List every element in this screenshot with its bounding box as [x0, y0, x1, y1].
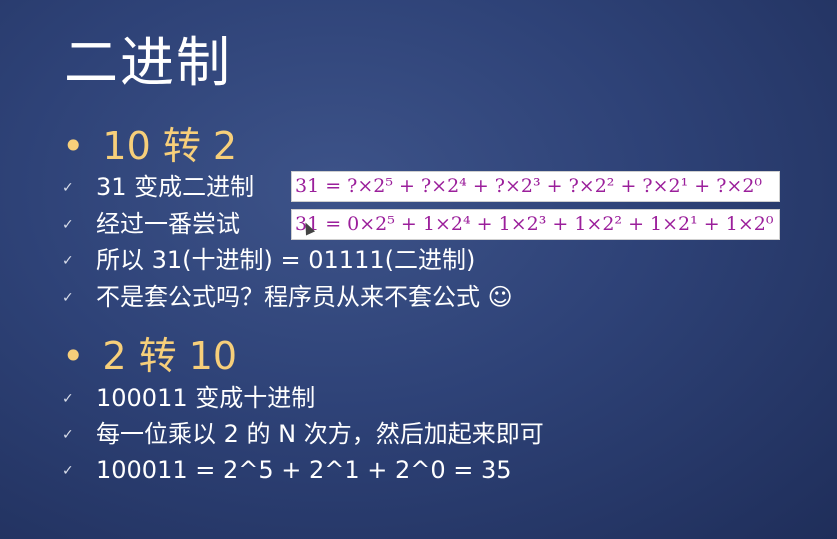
- formula-image-solved: 31 = 0×2⁵ + 1×2⁴ + 1×2³ + 1×2² + 1×2¹ + …: [291, 209, 780, 240]
- slide-title: 二进制: [64, 31, 232, 94]
- list-item-text: 不是套公式吗？程序员从来不套公式 ☺: [96, 283, 513, 311]
- section-heading-10-to-2: • 10 转 2: [62, 123, 237, 169]
- list-item: ✓ 100011 变成十进制: [62, 381, 315, 415]
- list-item-text: 所以 31(十进制) = 01111(二进制): [96, 246, 476, 274]
- section-heading-text: 10 转 2: [102, 124, 238, 168]
- checkmark-icon: ✓: [62, 217, 74, 233]
- formula-image-unknown: 31 = ?×2⁵ + ?×2⁴ + ?×2³ + ?×2² + ?×2¹ + …: [291, 171, 780, 202]
- checkmark-icon: ✓: [62, 391, 74, 407]
- list-item-text: 经过一番尝试: [96, 210, 240, 238]
- checkmark-icon: ✓: [62, 463, 74, 479]
- list-item-text: 31 变成二进制: [96, 173, 255, 201]
- list-item-text: 每一位乘以 2 的 N 次方，然后加起来即可: [96, 420, 544, 448]
- list-item: ✓ 100011 = 2^5 + 2^1 + 2^0 = 35: [62, 453, 512, 487]
- bullet-dot: •: [62, 334, 85, 378]
- checkmark-icon: ✓: [62, 427, 74, 443]
- list-item-text: 100011 = 2^5 + 2^1 + 2^0 = 35: [96, 456, 512, 484]
- checkmark-icon: ✓: [62, 290, 74, 306]
- checkmark-icon: ✓: [62, 253, 74, 269]
- checkmark-icon: ✓: [62, 180, 74, 196]
- list-item: ✓ 不是套公式吗？程序员从来不套公式 ☺: [62, 280, 513, 314]
- list-item: ✓ 经过一番尝试: [62, 207, 240, 241]
- list-item: ✓ 31 变成二进制: [62, 170, 254, 204]
- list-item: ✓ 所以 31(十进制) = 01111(二进制): [62, 243, 475, 277]
- list-item-text: 100011 变成十进制: [96, 384, 316, 412]
- list-item: ✓ 每一位乘以 2 的 N 次方，然后加起来即可: [62, 417, 544, 451]
- bullet-dot: •: [62, 124, 85, 168]
- section-heading-2-to-10: • 2 转 10: [62, 333, 237, 379]
- section-heading-text: 2 转 10: [102, 334, 238, 378]
